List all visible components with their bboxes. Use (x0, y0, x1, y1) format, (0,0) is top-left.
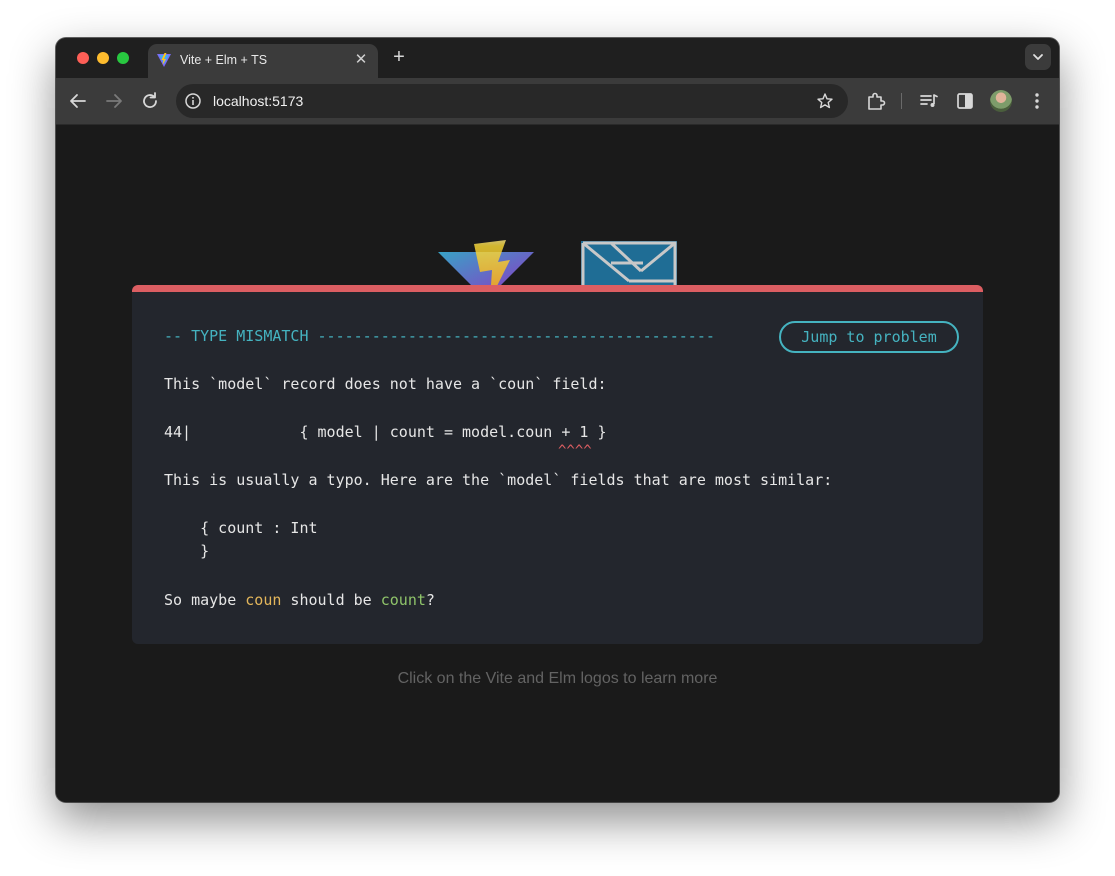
minimize-window-button[interactable] (97, 52, 109, 64)
tab-search-button[interactable] (1025, 44, 1051, 70)
close-window-button[interactable] (77, 52, 89, 64)
wrong-field: coun (245, 591, 282, 609)
hint-message: This is usually a typo. Here are the `mo… (164, 471, 833, 489)
maybe-suffix: ? (425, 591, 435, 609)
bookmark-star-icon[interactable] (816, 92, 834, 110)
tab-title: Vite + Elm + TS (180, 53, 268, 67)
tab-strip: Vite + Elm + TS ✕ + (56, 38, 1059, 78)
suggested-field: count (380, 591, 426, 609)
maximize-window-button[interactable] (117, 52, 129, 64)
error-message: This `model` record does not have a `cou… (164, 375, 607, 393)
page-content: -- TYPE MISMATCH -----------------------… (56, 125, 1059, 802)
media-controls-icon[interactable] (917, 89, 941, 113)
elm-error-overlay: -- TYPE MISMATCH -----------------------… (132, 285, 983, 644)
error-carets: ^^^^ (558, 443, 592, 459)
maybe-prefix: So maybe (164, 591, 246, 609)
read-the-docs-text: Click on the Vite and Elm logos to learn… (397, 670, 718, 687)
vite-favicon-icon (157, 53, 171, 67)
maybe-line: So maybe coun should be count? (164, 591, 435, 609)
address-bar[interactable]: localhost:5173 (176, 84, 848, 118)
side-panel-icon[interactable] (953, 89, 977, 113)
browser-tab[interactable]: Vite + Elm + TS ✕ (148, 44, 378, 78)
jump-to-problem-button[interactable]: Jump to problem (779, 321, 959, 353)
new-tab-button[interactable]: + (388, 47, 410, 69)
error-header: -- TYPE MISMATCH -----------------------… (164, 327, 715, 345)
toolbar-separator (901, 93, 902, 109)
back-arrow-icon[interactable] (66, 89, 90, 113)
suggestion-close: } (164, 542, 210, 560)
browser-window: Vite + Elm + TS ✕ + localhost:5173 -- TY… (56, 38, 1059, 802)
browser-toolbar: localhost:5173 (56, 78, 1059, 125)
suggestion-open: { count : Int (164, 519, 318, 537)
profile-avatar[interactable] (990, 90, 1012, 112)
reload-icon[interactable] (138, 89, 162, 113)
forward-arrow-icon[interactable] (102, 89, 126, 113)
code-snippet: 44| { model | count = model.coun + 1 } (164, 423, 607, 441)
tab-close-icon[interactable]: ✕ (352, 51, 370, 69)
extensions-puzzle-icon[interactable] (864, 89, 888, 113)
site-info-icon[interactable] (184, 92, 202, 110)
more-menu-icon[interactable] (1025, 89, 1049, 113)
maybe-middle: should be (281, 591, 381, 609)
url-text[interactable]: localhost:5173 (213, 93, 303, 109)
chevron-down-icon (1033, 54, 1043, 60)
